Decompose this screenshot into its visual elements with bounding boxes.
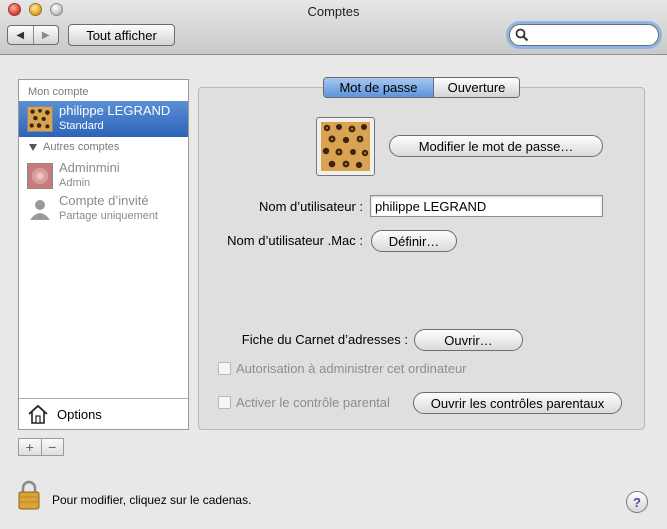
parental-control-checkbox[interactable] [218,396,231,409]
other-accounts-header: Autres comptes [43,141,120,153]
account-item-adminmini[interactable]: Adminmini Admin [19,158,188,194]
define-button[interactable]: Définir… [371,230,457,252]
disclosure-triangle-icon[interactable] [29,144,37,151]
leopard-picture-icon [27,106,53,132]
search-input[interactable] [530,27,650,43]
tab-password[interactable]: Mot de passe [324,78,434,97]
open-address-book-button[interactable]: Ouvrir… [414,329,523,351]
rose-picture-icon [27,163,53,189]
open-parental-controls-button[interactable]: Ouvrir les contrôles parentaux [413,392,622,414]
allow-admin-label: Autorisation à administrer cet ordinateu… [236,361,467,376]
account-name: Adminmini [59,160,120,175]
window-title: Comptes [307,4,360,19]
account-item-guest[interactable]: Compte d’invité Partage uniquement [19,191,188,227]
back-button[interactable]: ◀ [8,26,34,44]
parental-control-row: Activer le contrôle parental [218,395,390,410]
address-book-label: Fiche du Carnet d’adresses : [241,332,408,347]
guest-user-icon [30,200,50,220]
account-type: Standard [59,120,104,132]
my-account-header: Mon compte [28,86,89,98]
username-label: Nom d’utilisateur : [258,199,363,214]
mac-username-label: Nom d’utilisateur .Mac : [227,233,363,248]
house-icon [28,404,48,424]
leopard-picture-icon [321,122,370,171]
tab-login[interactable]: Ouverture [434,78,519,97]
navigation-segment: ◀ ▶ [7,25,59,45]
user-picture-well[interactable] [316,117,375,176]
tab-bar: Mot de passe Ouverture [323,77,520,98]
forward-button[interactable]: ▶ [34,26,59,44]
remove-account-button[interactable]: − [42,439,64,455]
change-password-button[interactable]: Modifier le mot de passe… [389,135,603,157]
account-item-philippe[interactable]: philippe LEGRAND Standard [19,101,188,137]
account-type: Partage uniquement [59,210,159,222]
account-type: Admin [59,177,91,189]
show-all-button[interactable]: Tout afficher [68,24,175,46]
allow-admin-checkbox[interactable] [218,362,231,375]
parental-control-label: Activer le contrôle parental [236,395,390,410]
window-toolbar: Comptes ◀ ▶ Tout afficher [0,0,667,55]
add-account-button[interactable]: + [19,439,42,455]
account-name: Compte d’invité [59,193,149,208]
options-label: Options [57,407,102,422]
account-name: philippe LEGRAND [59,103,171,118]
search-field[interactable] [509,24,659,46]
accounts-list: Mon compte philippe LEGRAND Standard Aut… [18,79,189,430]
allow-admin-row: Autorisation à administrer cet ordinateu… [218,361,467,376]
lock-hint-text: Pour modifier, cliquez sur le cadenas. [52,493,252,507]
lock-icon[interactable] [17,480,41,510]
search-icon [515,28,529,42]
username-field[interactable]: philippe LEGRAND [370,195,603,217]
help-button[interactable]: ? [626,491,648,513]
login-options-item[interactable]: Options [19,398,188,429]
add-remove-control: + − [18,438,64,456]
